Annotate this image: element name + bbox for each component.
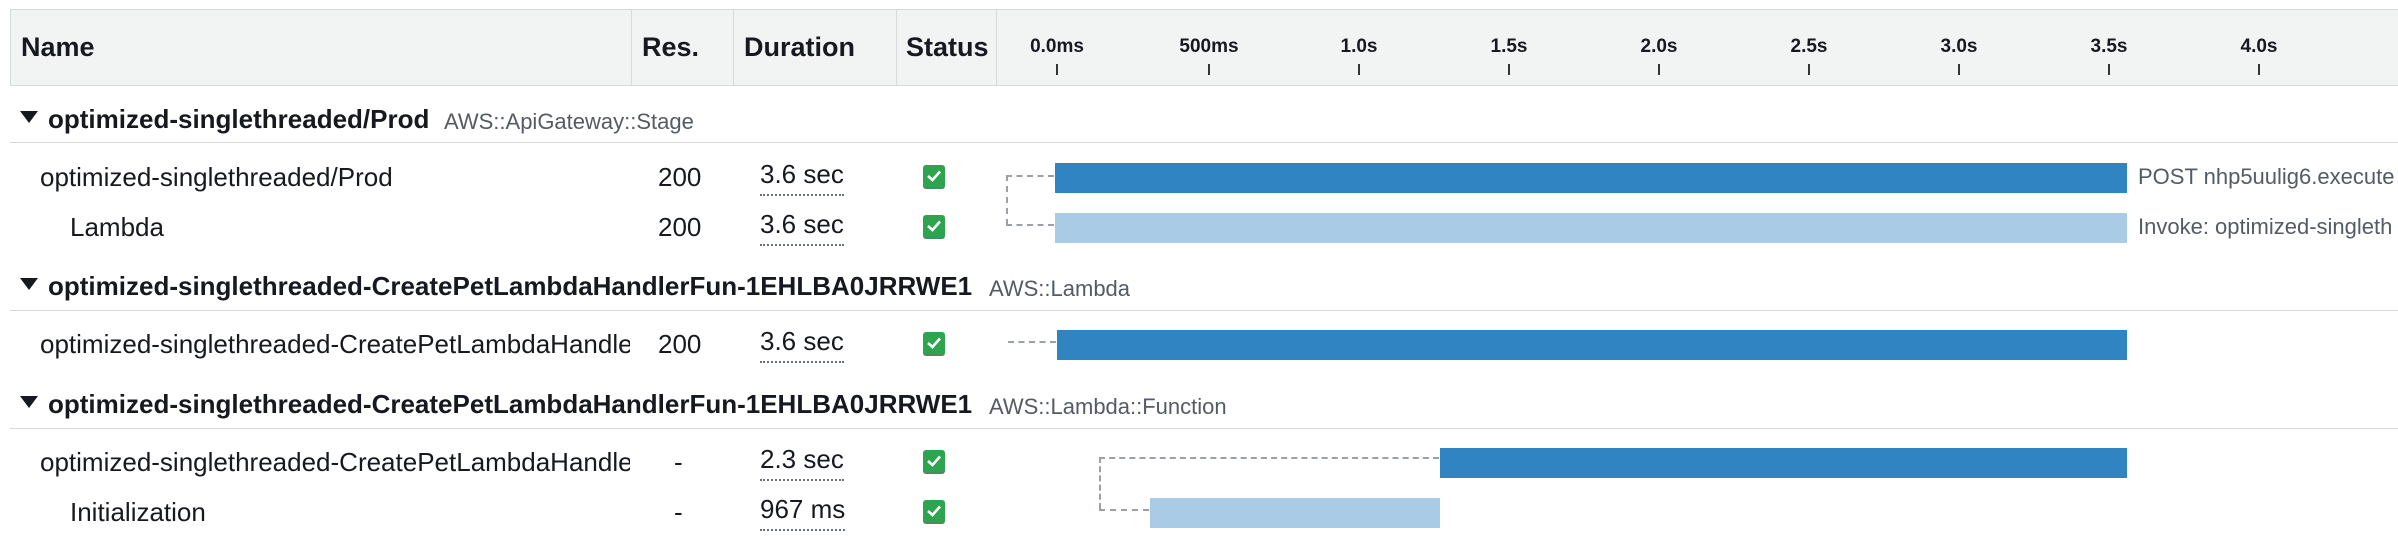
connector-line [1006,224,1054,226]
timeline-tick-mark [1208,64,1210,75]
segment-response-code: 200 [658,162,702,192]
timeline-bar[interactable] [1150,498,1440,528]
status-ok-icon[interactable] [923,450,945,474]
timeline-bar[interactable] [1057,330,2127,360]
timeline-tick-mark [1358,64,1360,75]
timeline-bar[interactable] [1055,213,2127,243]
segment-group-type: AWS::Lambda [989,276,1131,301]
segment-group-header[interactable]: optimized-singlethreaded-CreatePetLambda… [0,378,2398,434]
trace-table-header: Name Res. Duration Status 0.0ms 500ms 1.… [10,9,2398,86]
segment-name: Initialization [70,497,206,527]
connector-line [1008,341,1056,343]
timeline-tick-label: 2.0s [1640,36,1678,57]
status-ok-icon[interactable] [923,332,945,356]
timeline-tick-label: 0.0ms [1030,36,1084,57]
segment-duration[interactable]: 3.6 sec [760,321,844,363]
timeline-tick-mark [1958,64,1960,75]
segment-duration[interactable]: 3.6 sec [760,204,844,246]
timeline-tick-label: 3.0s [1940,36,1978,57]
segment-name: optimized-singlethreaded/Prod [40,162,393,192]
column-header-name[interactable]: Name [21,10,95,85]
timeline-tick-mark [1508,64,1510,75]
connector-line [1099,457,1439,459]
column-divider[interactable] [733,10,734,85]
timeline-bar[interactable] [1440,448,2127,478]
column-divider[interactable] [996,10,997,85]
segment-name: optimized-singlethreaded-CreatePetLambda… [40,329,630,359]
segment-name: Lambda [70,212,164,242]
divider [10,142,2398,143]
segment-group-header[interactable]: optimized-singlethreaded/Prod AWS::ApiGa… [0,93,2398,149]
column-header-status[interactable]: Status [906,10,989,85]
timeline-tick-mark [1658,64,1660,75]
segment-response-code: - [674,497,683,527]
timeline-tick-mark [2108,64,2110,75]
segment-response-code: 200 [658,212,702,242]
timeline-tick-label: 500ms [1179,36,1239,57]
timeline-bar-label: POST nhp5uulig6.execute [2138,164,2395,189]
timeline-bar[interactable] [1055,163,2127,193]
caret-down-icon[interactable] [20,111,38,123]
timeline-tick-label: 2.5s [1790,36,1828,57]
trace-segment-row[interactable]: Lambda 200 3.6 sec Invoke: optimized-sin… [0,202,2398,252]
status-ok-icon[interactable] [923,215,945,239]
caret-down-icon[interactable] [20,396,38,408]
connector-line [1006,175,1054,177]
timeline-tick-mark [2258,64,2260,75]
status-ok-icon[interactable] [923,500,945,524]
segment-response-code: 200 [658,329,702,359]
segment-group-type: AWS::Lambda::Function [989,394,1227,419]
segment-group-name: optimized-singlethreaded-CreatePetLambda… [48,389,973,419]
trace-segment-row[interactable]: optimized-singlethreaded-CreatePetLambda… [0,319,2398,369]
timeline-tick-label: 4.0s [2240,36,2278,57]
trace-segment-row[interactable]: optimized-singlethreaded/Prod 200 3.6 se… [0,152,2398,225]
segment-duration[interactable]: 2.3 sec [760,439,844,481]
segment-group-header[interactable]: optimized-singlethreaded-CreatePetLambda… [0,260,2398,316]
column-header-duration[interactable]: Duration [744,10,855,85]
timeline-bar-label: Invoke: optimized-singleth [2138,214,2393,239]
segment-duration[interactable]: 967 ms [760,489,846,531]
divider [10,428,2398,429]
divider [10,310,2398,311]
segment-group-type: AWS::ApiGateway::Stage [444,109,694,134]
segment-response-code: - [674,447,683,477]
column-header-res[interactable]: Res. [642,10,699,85]
segment-group-name: optimized-singlethreaded-CreatePetLambda… [48,271,973,301]
column-divider[interactable] [631,10,632,85]
segment-duration[interactable]: 3.6 sec [760,154,844,196]
timeline-tick-mark [1808,64,1810,75]
segment-name: optimized-singlethreaded-CreatePetLambda… [40,447,630,477]
status-ok-icon[interactable] [923,165,945,189]
trace-segment-row[interactable]: Initialization - 967 ms [0,487,2398,537]
timeline-tick-label: 3.5s [2090,36,2128,57]
trace-segment-row[interactable]: optimized-singlethreaded-CreatePetLambda… [0,437,2398,509]
caret-down-icon[interactable] [20,278,38,290]
timeline-tick-label: 1.0s [1340,36,1378,57]
segment-group-name: optimized-singlethreaded/Prod [48,104,430,134]
timeline-tick-mark [1056,64,1058,75]
column-divider[interactable] [896,10,897,85]
connector-line [1099,509,1149,511]
timeline-tick-label: 1.5s [1490,36,1528,57]
